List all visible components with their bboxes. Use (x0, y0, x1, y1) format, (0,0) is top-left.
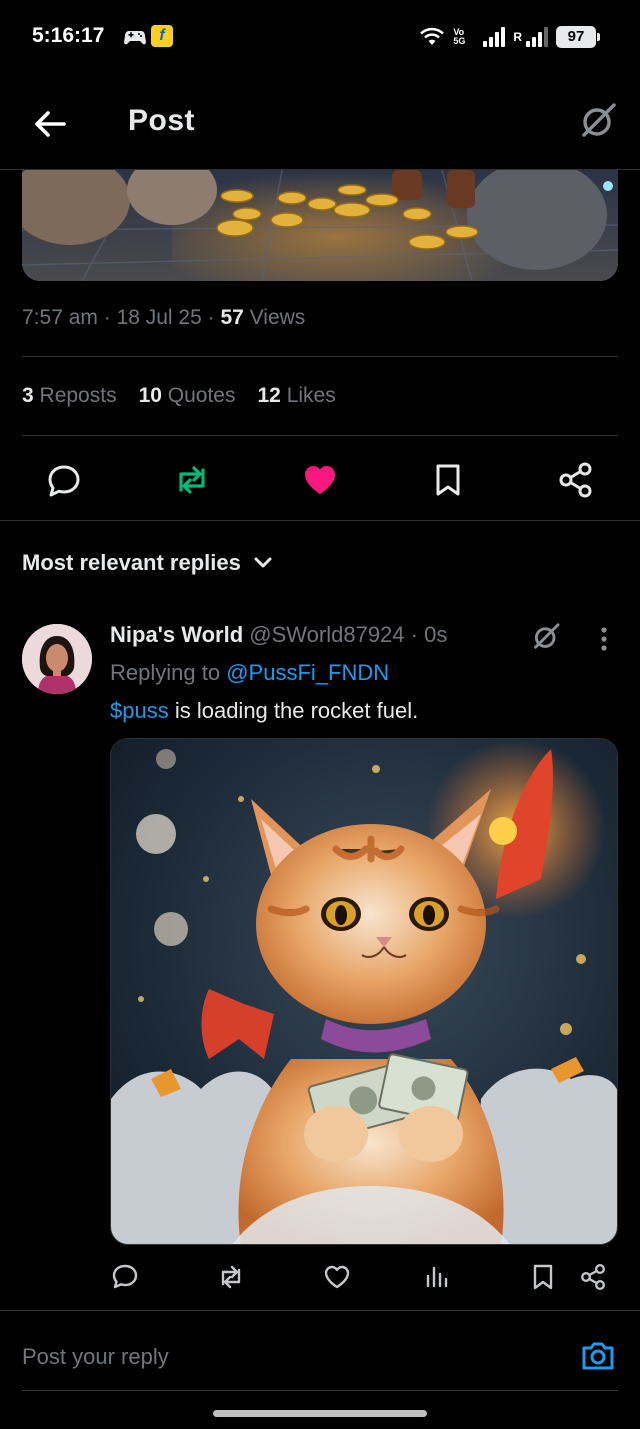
avatar[interactable] (22, 624, 92, 694)
reply-text: $puss is loading the rocket fuel. (110, 698, 418, 724)
views-icon[interactable] (422, 1262, 452, 1292)
replying-to: Replying to @PussFi_FNDN (110, 660, 389, 686)
repost-icon[interactable] (216, 1262, 246, 1292)
reply-input[interactable]: Post your reply (22, 1344, 169, 1370)
arrow-left-icon[interactable] (30, 104, 70, 144)
status-time: 5:16:17 (32, 24, 105, 47)
reply-action-bar (0, 1258, 640, 1298)
replies-sort-button[interactable]: Most relevant replies (22, 550, 273, 576)
reply-author-handle[interactable]: @SWorld87924 (249, 622, 404, 647)
camera-icon[interactable] (580, 1338, 616, 1374)
reply-time: 0s (424, 622, 448, 647)
share-icon[interactable] (578, 1262, 608, 1292)
post-action-bar (0, 456, 640, 506)
more-options-icon[interactable] (596, 624, 612, 654)
input-underline (22, 1390, 618, 1391)
post-views-label[interactable]: Views (250, 306, 306, 329)
game-controller-icon (124, 31, 146, 45)
post-stats: 3 Reposts 10 Quotes 12 Likes (22, 384, 336, 408)
reply-icon[interactable] (44, 460, 84, 500)
reply-author-name[interactable]: Nipa's World (110, 622, 243, 647)
reply-icon[interactable] (110, 1262, 140, 1292)
quotes-count: 10 (138, 384, 162, 407)
grok-icon[interactable] (578, 100, 618, 140)
signal-roaming-icon (526, 27, 548, 47)
quotes-label: Quotes (167, 384, 236, 407)
section-divider (0, 520, 640, 521)
like-icon[interactable] (300, 460, 340, 500)
page-title: Post (128, 104, 196, 137)
roaming-label: R (513, 30, 522, 44)
grok-icon[interactable] (530, 620, 562, 652)
home-indicator[interactable] (213, 1410, 427, 1417)
top-header: Post (0, 74, 640, 170)
likes-stat[interactable]: 12 Likes (258, 384, 336, 408)
post-views-count: 57 (220, 306, 244, 329)
reply-body: is loading the rocket fuel. (168, 698, 419, 723)
repost-icon[interactable] (172, 460, 212, 500)
status-bar: 5:16:17 f Vo 5G R 97 (0, 0, 640, 74)
likes-count: 12 (257, 384, 281, 407)
composer-divider (0, 1310, 640, 1311)
wifi-icon (420, 27, 445, 45)
post-meta: 7:57 am · 18 Jul 25 · 57 Views (22, 306, 306, 329)
post-media[interactable] (22, 170, 618, 281)
reply-header: Nipa's World @SWorld87924 · 0s (110, 622, 448, 647)
post-time: 7:57 am (22, 306, 98, 329)
likes-label: Likes (286, 384, 336, 407)
replies-sort-label: Most relevant replies (22, 550, 241, 575)
divider (22, 356, 618, 357)
post-date: 18 Jul 25 (116, 306, 202, 329)
reply-media[interactable] (110, 738, 618, 1245)
flipkart-icon: f (151, 25, 173, 47)
bookmark-icon[interactable] (428, 460, 468, 500)
volte-label: Vo 5G (453, 27, 466, 46)
bookmark-icon[interactable] (528, 1262, 558, 1292)
signal-icon (483, 27, 506, 47)
cashtag-link[interactable]: $puss (110, 698, 169, 723)
chevron-down-icon (254, 557, 272, 568)
divider (22, 435, 618, 436)
like-icon[interactable] (322, 1262, 352, 1292)
quotes-stat[interactable]: 10 Quotes (139, 384, 236, 408)
replying-to-handle[interactable]: @PussFi_FNDN (226, 660, 389, 685)
reply-media-illustration (111, 739, 617, 1244)
avatar-photo (22, 624, 92, 694)
post-media-illustration (22, 170, 618, 281)
reposts-label: Reposts (39, 384, 117, 407)
replying-prefix: Replying to (110, 660, 221, 685)
reposts-stat[interactable]: 3 Reposts (22, 384, 117, 408)
share-icon[interactable] (556, 460, 596, 500)
reposts-count: 3 (22, 384, 34, 407)
battery-icon: 97 (556, 26, 600, 48)
